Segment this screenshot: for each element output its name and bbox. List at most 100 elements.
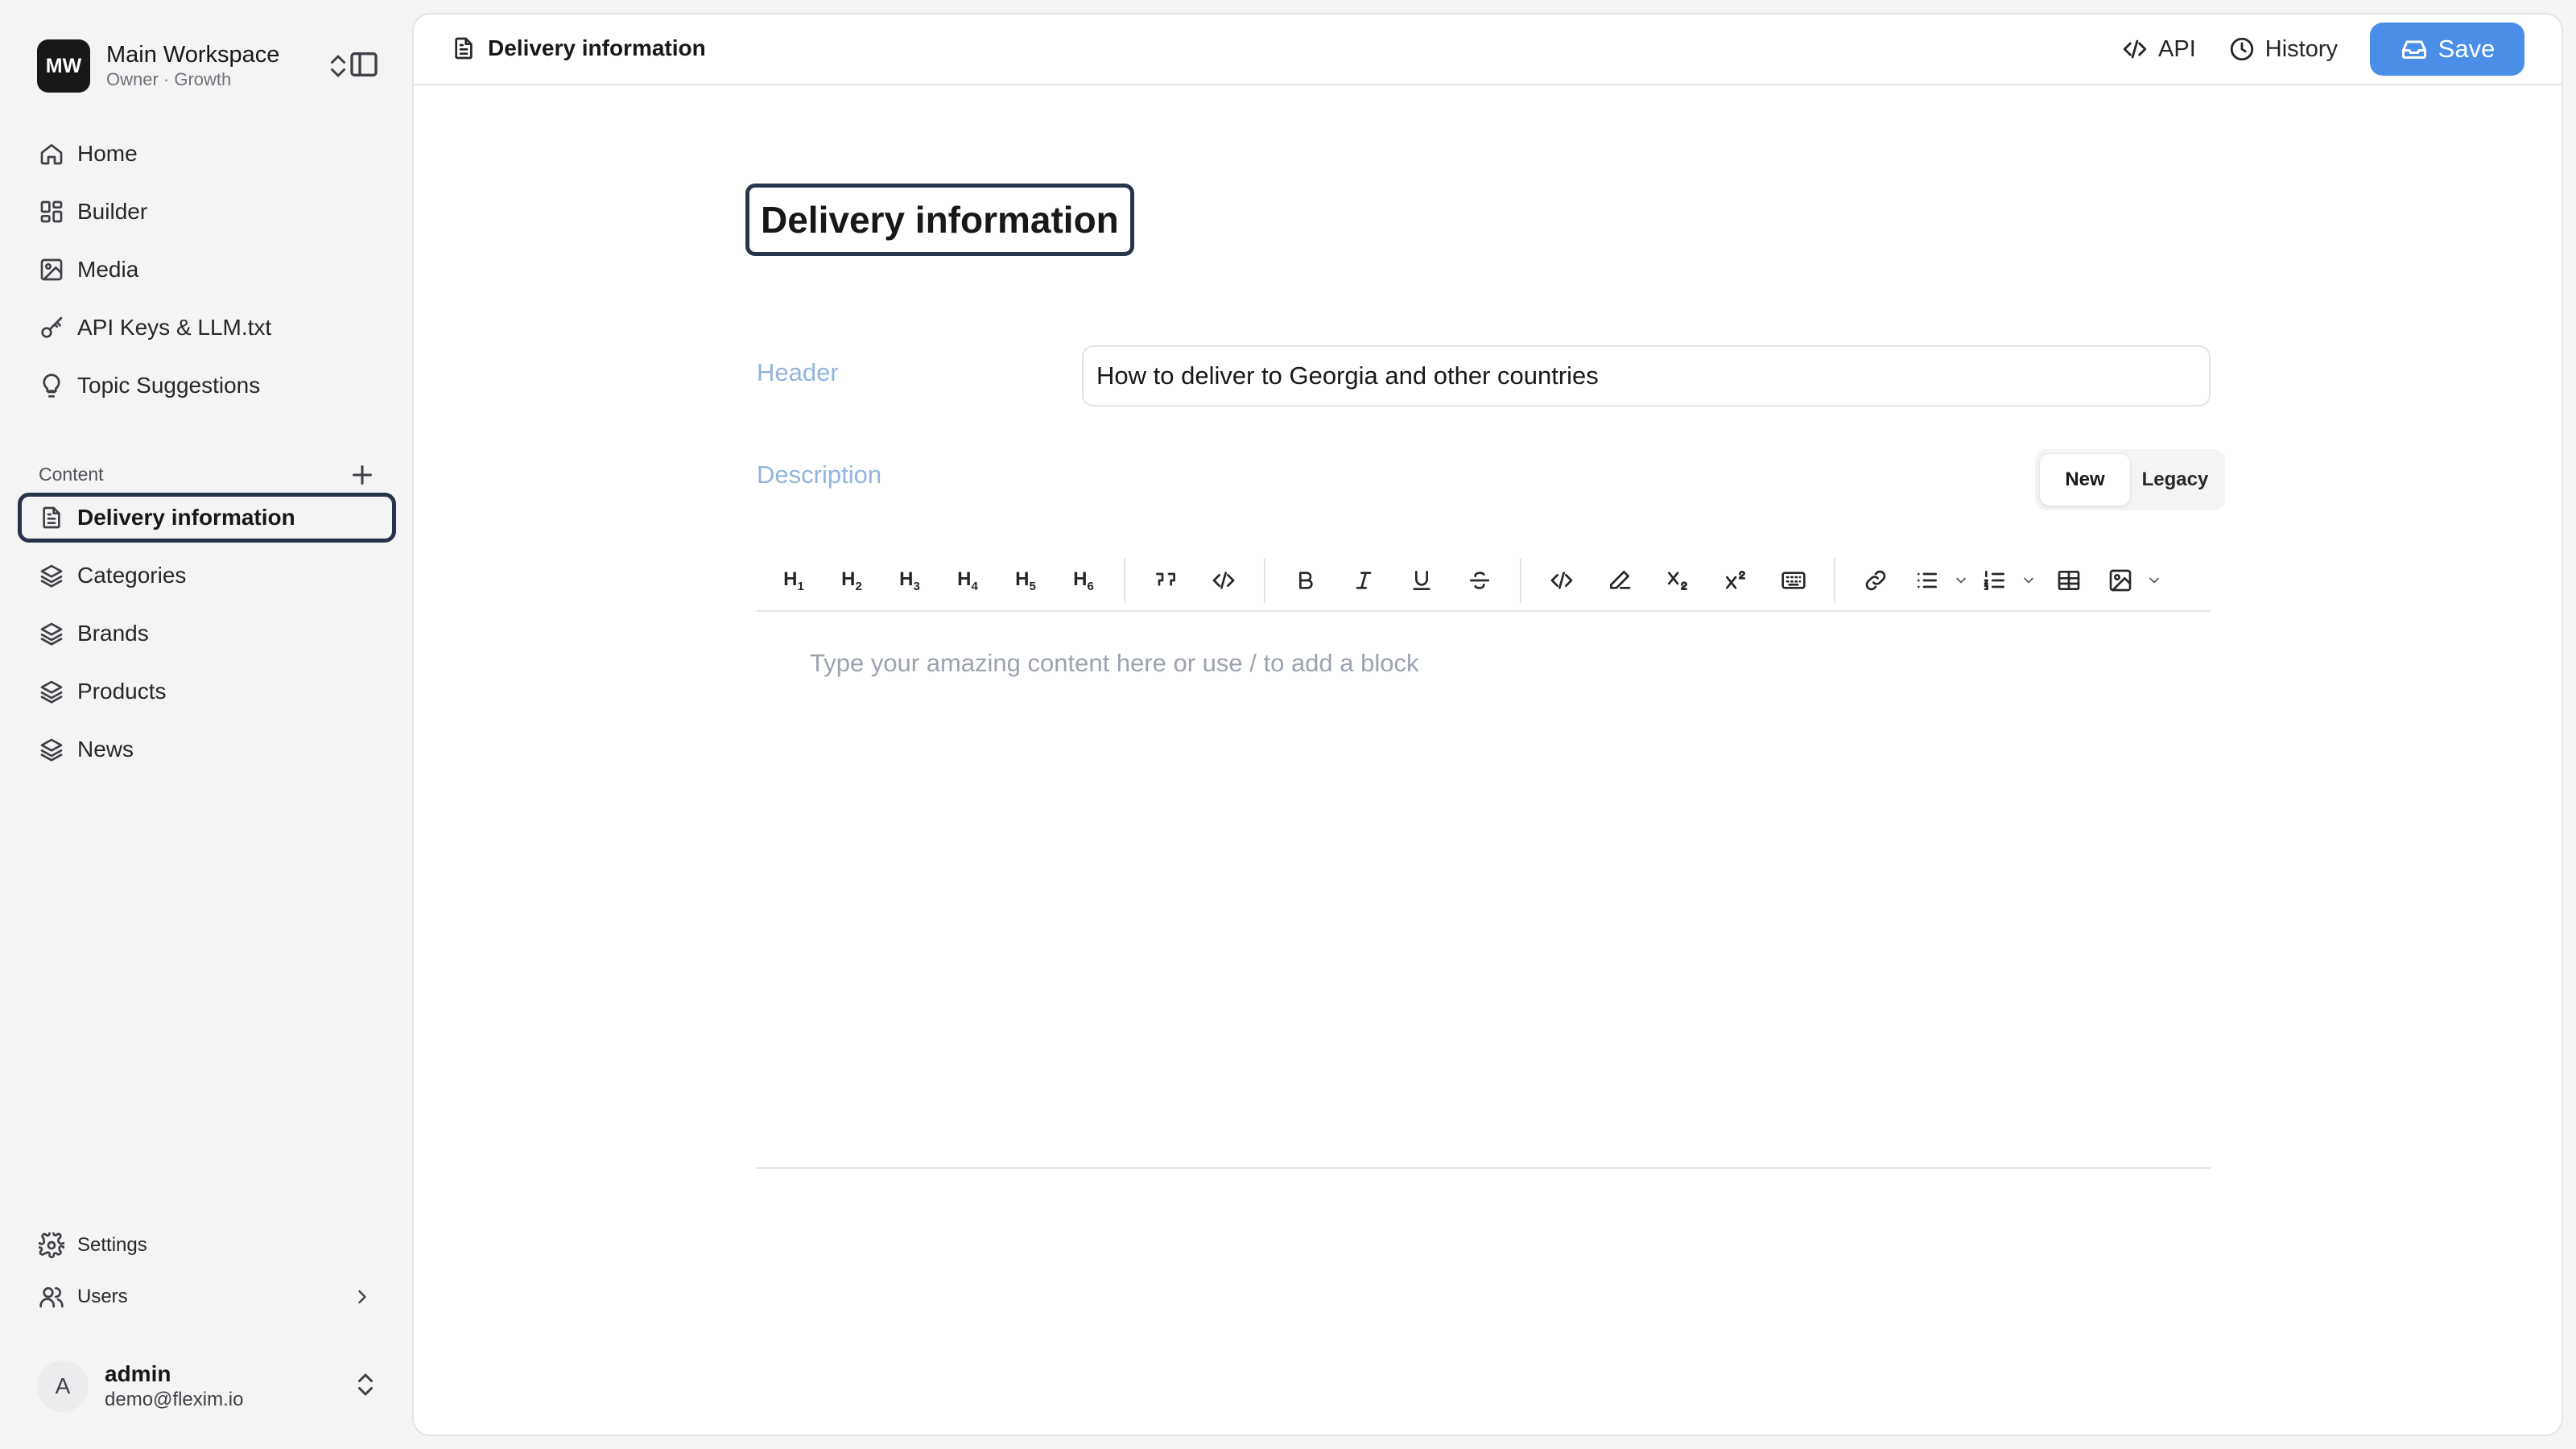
toolbar-divider — [1264, 558, 1265, 603]
chevron-down-icon — [2024, 577, 2033, 584]
nav-item-label: Users — [77, 1286, 128, 1307]
breadcrumb-title: Delivery information — [488, 35, 706, 60]
description-label: Description — [757, 460, 882, 489]
save-button[interactable]: Save — [2370, 23, 2524, 76]
table-icon — [2058, 571, 2080, 590]
bullet-list-dropdown[interactable] — [1950, 558, 1972, 603]
toolbar-divider — [1834, 558, 1835, 603]
sidebar-toggle-icon[interactable] — [348, 48, 380, 80]
inbox-icon — [2400, 35, 2429, 64]
nav-item-settings[interactable]: Settings — [18, 1222, 396, 1269]
strikethrough-button[interactable] — [1451, 558, 1509, 603]
document-title-input[interactable]: Delivery information — [745, 184, 1134, 256]
keyboard-icon — [1781, 572, 1806, 589]
ordered-list-button[interactable] — [1972, 558, 2017, 603]
nav-item-label: Brands — [77, 621, 149, 646]
bold-button[interactable] — [1277, 558, 1335, 603]
strikethrough-icon — [1470, 572, 1489, 589]
chevron-right-icon — [351, 1286, 374, 1308]
code-icon — [1550, 572, 1573, 589]
bottom-navigation: Settings Users — [18, 1222, 396, 1325]
highlight-button[interactable] — [1591, 558, 1649, 603]
sidebar: MW Main Workspace Owner · Growth Home Bu… — [0, 0, 411, 1449]
nav-item-news[interactable]: News — [18, 724, 396, 774]
nav-item-builder[interactable]: Builder — [18, 187, 396, 237]
heading-4-label: H4 — [957, 568, 978, 593]
user-menu[interactable]: A admin demo@flexim.io — [37, 1356, 391, 1417]
superscript-button[interactable] — [1707, 558, 1765, 603]
api-button[interactable]: API — [2121, 35, 2196, 63]
underline-button[interactable] — [1393, 558, 1451, 603]
workspace-switcher[interactable]: MW Main Workspace Owner · Growth — [37, 39, 391, 93]
ordered-list-icon — [1984, 571, 2004, 590]
image-dropdown[interactable] — [2143, 558, 2165, 603]
plus-icon[interactable] — [348, 460, 377, 489]
mode-legacy-button[interactable]: Legacy — [2130, 454, 2220, 506]
editor-bottom-border — [757, 1167, 2211, 1169]
document-icon — [39, 505, 64, 530]
nav-item-label: Categories — [77, 563, 187, 588]
italic-button[interactable] — [1335, 558, 1393, 603]
heading-4-button[interactable]: H4 — [939, 558, 997, 603]
nav-item-brands[interactable]: Brands — [18, 609, 396, 658]
heading-6-button[interactable]: H6 — [1055, 558, 1113, 603]
workspace-name: Main Workspace — [106, 42, 280, 68]
link-button[interactable] — [1847, 558, 1905, 603]
code-icon — [2121, 35, 2149, 63]
nav-item-categories[interactable]: Categories — [18, 551, 396, 601]
chevrons-up-down-icon[interactable] — [351, 1370, 380, 1399]
table-button[interactable] — [2040, 558, 2098, 603]
heading-2-button[interactable]: H2 — [823, 558, 881, 603]
nav-item-api-keys[interactable]: API Keys & LLM.txt — [18, 303, 396, 353]
nav-item-label: Home — [77, 141, 138, 166]
user-name: admin — [105, 1361, 171, 1386]
superscript-icon — [1726, 571, 1745, 589]
editor-mode-toggle: New Legacy — [2035, 449, 2225, 510]
editor-placeholder[interactable]: Type your amazing content here or use / … — [810, 649, 1419, 678]
workspace-logo: MW — [37, 39, 90, 93]
top-bar: Delivery information API History Save — [414, 14, 2562, 85]
code-block-button[interactable] — [1195, 558, 1253, 603]
inline-code-button[interactable] — [1533, 558, 1591, 603]
underline-icon — [1413, 571, 1430, 590]
nav-item-topic-suggestions[interactable]: Topic Suggestions — [18, 361, 396, 411]
keyboard-button[interactable] — [1765, 558, 1823, 603]
mode-new-button[interactable]: New — [2040, 454, 2130, 506]
nav-item-label: Media — [77, 257, 139, 282]
toolbar-divider — [1124, 558, 1125, 603]
subscript-icon — [1668, 572, 1687, 590]
api-label: API — [2158, 35, 2196, 62]
blockquote-button[interactable] — [1137, 558, 1195, 603]
heading-3-button[interactable]: H3 — [881, 558, 939, 603]
layers-icon — [39, 737, 64, 762]
header-input[interactable]: How to deliver to Georgia and other coun… — [1082, 345, 2211, 407]
heading-1-button[interactable]: H1 — [765, 558, 823, 603]
nav-item-label: Topic Suggestions — [77, 373, 261, 398]
nav-item-products[interactable]: Products — [18, 667, 396, 716]
subscript-button[interactable] — [1649, 558, 1707, 603]
users-icon — [39, 1284, 64, 1310]
history-button[interactable]: History — [2228, 35, 2338, 63]
grid-icon — [39, 199, 64, 225]
nav-item-label: Products — [77, 679, 167, 704]
bullet-list-button[interactable] — [1905, 558, 1950, 603]
user-email: demo@flexim.io — [105, 1389, 244, 1410]
heading-6-label: H6 — [1073, 568, 1094, 593]
clock-icon — [2228, 35, 2256, 63]
image-button[interactable] — [2098, 558, 2143, 603]
nav-item-users[interactable]: Users — [18, 1274, 396, 1320]
heading-5-button[interactable]: H5 — [997, 558, 1055, 603]
ordered-list-dropdown[interactable] — [2017, 558, 2040, 603]
bullet-list-icon — [1918, 572, 1937, 588]
nav-item-media[interactable]: Media — [18, 245, 396, 295]
workspace-subtitle: Owner · Growth — [106, 69, 232, 89]
image-icon — [39, 257, 64, 283]
heading-2-label: H2 — [841, 568, 862, 593]
layers-icon — [39, 563, 64, 588]
gear-icon — [39, 1232, 64, 1258]
save-label: Save — [2438, 35, 2496, 63]
key-icon — [39, 315, 64, 341]
nav-item-delivery-information[interactable]: Delivery information — [18, 493, 396, 543]
nav-item-home[interactable]: Home — [18, 129, 396, 179]
main-navigation: Home Builder Media API Keys & LLM.txt To… — [18, 129, 396, 419]
